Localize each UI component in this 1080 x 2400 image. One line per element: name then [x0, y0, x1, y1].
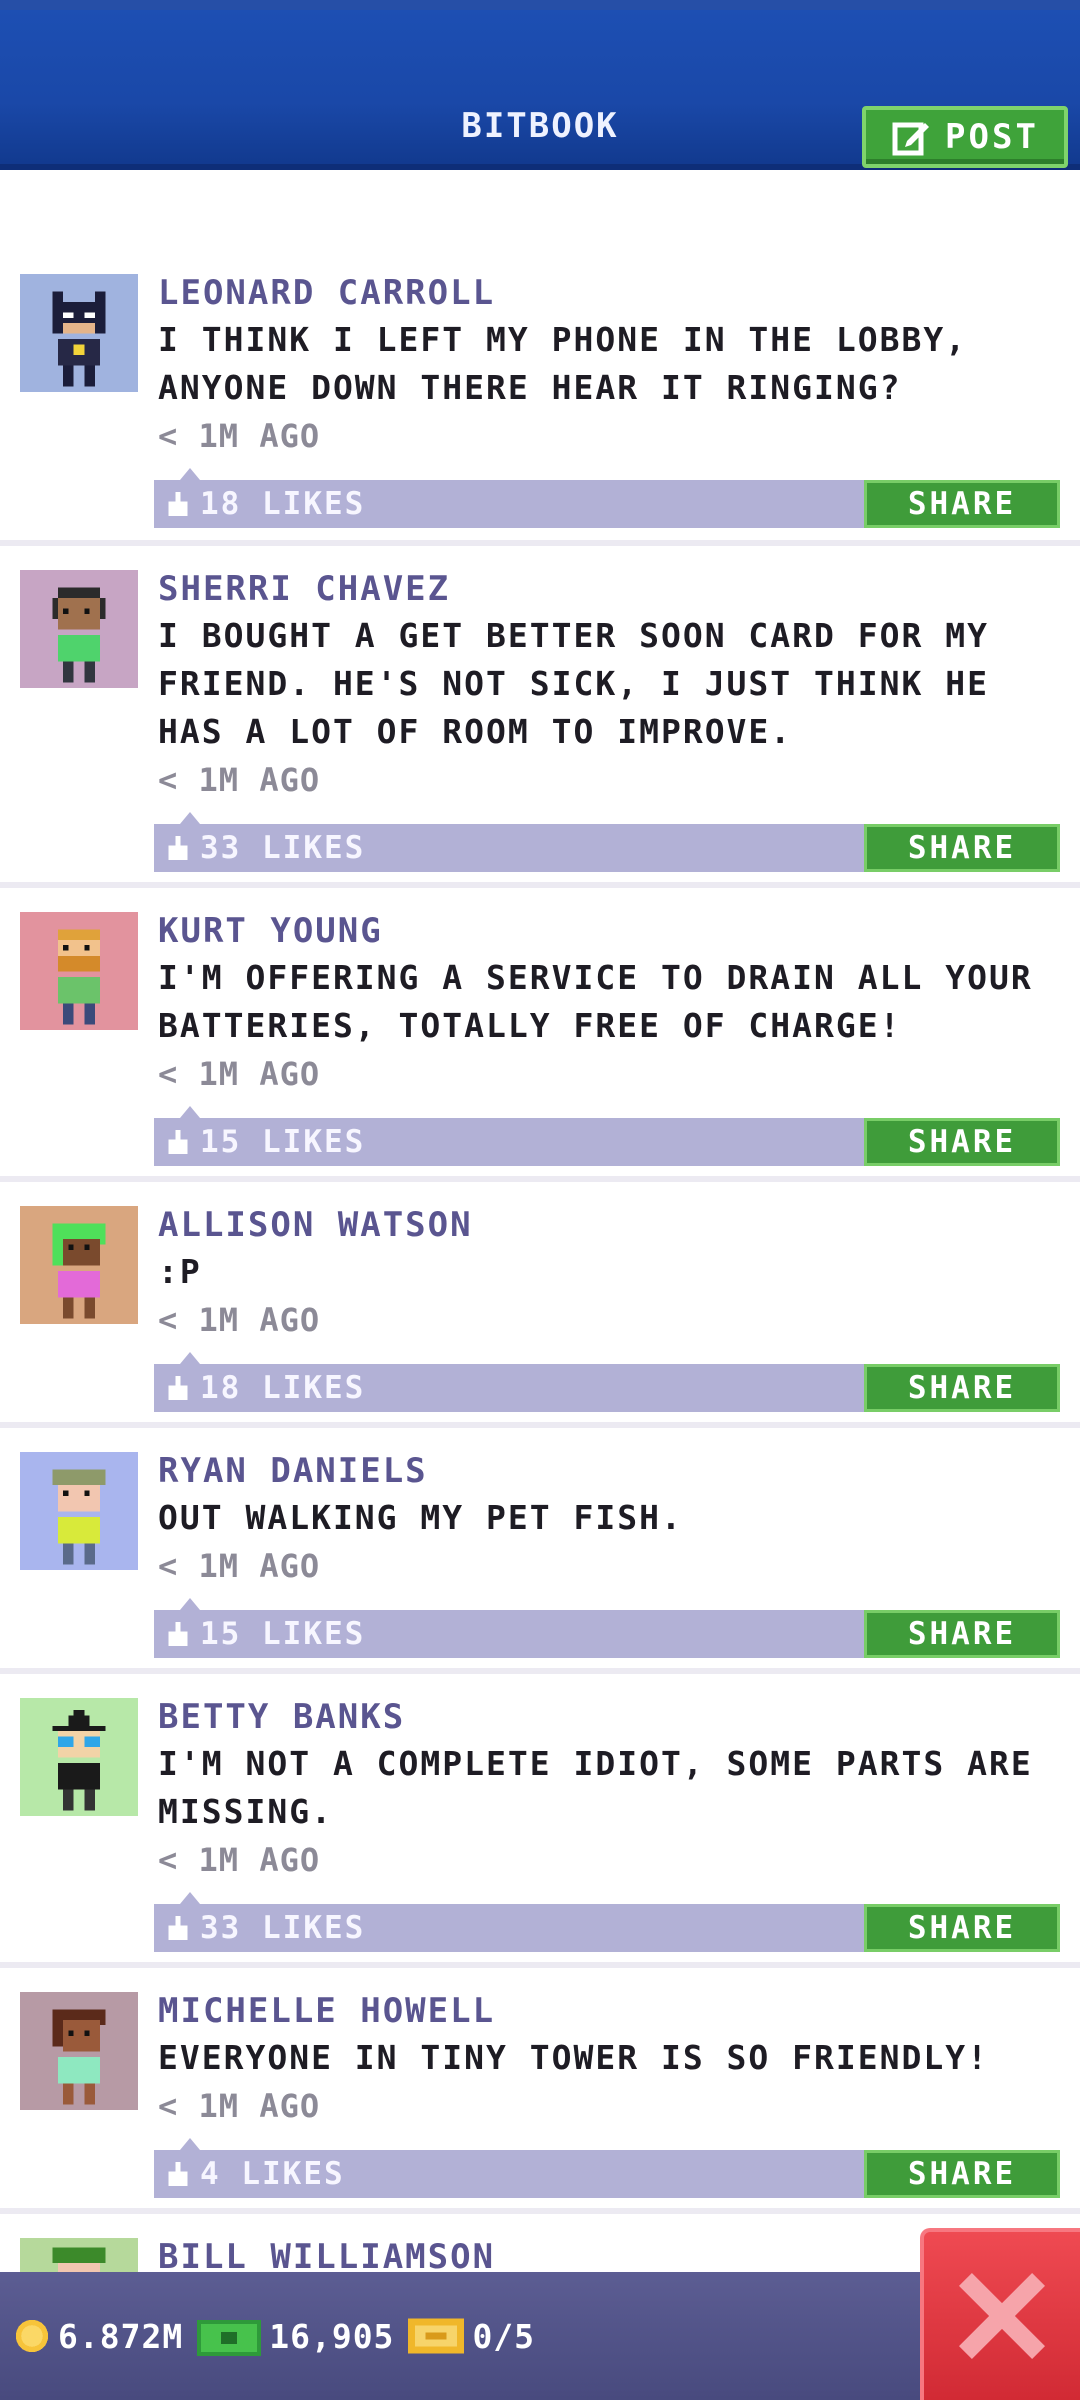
likes-bar: 15 LIKES SHARE	[154, 1598, 1060, 1658]
post-time: < 1M AGO	[158, 1841, 321, 1879]
coins-value: 6.872M	[58, 2316, 184, 2356]
compose-icon	[892, 122, 930, 156]
feed-post: SHERRI CHAVEZ I BOUGHT A GET BETTER SOON…	[0, 546, 1080, 888]
like-button[interactable]: 33 LIKES	[154, 830, 365, 866]
post-author[interactable]: KURT YOUNG	[158, 908, 1060, 954]
post-message: I'M OFFERING A SERVICE TO DRAIN ALL YOUR…	[158, 958, 1033, 1045]
cap-man-avatar-icon	[52, 1469, 106, 1565]
feed-post: RYAN DANIELS OUT WALKING MY PET FISH. < …	[0, 1428, 1080, 1674]
like-button[interactable]: 18 LIKES	[154, 486, 365, 522]
likes-count: 15 LIKES	[200, 1124, 366, 1160]
post-time: < 1M AGO	[158, 1301, 321, 1339]
share-button[interactable]: SHARE	[864, 1904, 1060, 1952]
likes-count: 33 LIKES	[200, 830, 366, 866]
likes-count: 18 LIKES	[200, 1370, 366, 1406]
close-icon	[959, 2273, 1045, 2359]
likes-bar: 15 LIKES SHARE	[154, 1106, 1060, 1166]
post-time: < 1M AGO	[158, 417, 321, 455]
avatar	[20, 570, 138, 688]
post-message: :P	[158, 1252, 202, 1291]
post-message: OUT WALKING MY PET FISH.	[158, 1498, 683, 1537]
bux-value: 16,905	[269, 2316, 395, 2356]
feed-list: LEONARD CARROLL I THINK I LEFT MY PHONE …	[0, 250, 1080, 2334]
post-message: I THINK I LEFT MY PHONE IN THE LOBBY, AN…	[158, 320, 968, 407]
close-button[interactable]	[920, 2228, 1080, 2400]
woman-avatar-icon	[52, 2009, 106, 2105]
tickets-stat: 0/5	[408, 2317, 535, 2356]
feed-post: LEONARD CARROLL I THINK I LEFT MY PHONE …	[0, 250, 1080, 546]
thumbs-up-icon	[168, 836, 188, 860]
thumbs-up-icon	[168, 492, 188, 516]
green-hair-woman-avatar-icon	[52, 1223, 106, 1319]
share-button[interactable]: SHARE	[864, 2150, 1060, 2198]
feed-post: MICHELLE HOWELL EVERYONE IN TINY TOWER I…	[0, 1968, 1080, 2214]
headset-person-avatar-icon	[52, 587, 106, 683]
share-button[interactable]: SHARE	[864, 1118, 1060, 1166]
bat-costume-avatar-icon	[52, 291, 106, 387]
likes-count: 4 LIKES	[200, 2156, 345, 2192]
post-message: I'M NOT A COMPLETE IDIOT, SOME PARTS ARE…	[158, 1744, 1033, 1831]
like-button[interactable]: 18 LIKES	[154, 1370, 365, 1406]
post-button[interactable]: POST	[862, 106, 1068, 168]
post-author[interactable]: RYAN DANIELS	[158, 1448, 1060, 1494]
currency-bar: 6.872M 16,905 0/5	[0, 2272, 1080, 2400]
avatar	[20, 1452, 138, 1570]
feed-post: KURT YOUNG I'M OFFERING A SERVICE TO DRA…	[0, 888, 1080, 1182]
share-button[interactable]: SHARE	[864, 480, 1060, 528]
avatar	[20, 1698, 138, 1816]
feed-post: BETTY BANKS I'M NOT A COMPLETE IDIOT, SO…	[0, 1674, 1080, 1968]
likes-bar: 33 LIKES SHARE	[154, 1892, 1060, 1952]
post-time: < 1M AGO	[158, 1547, 321, 1585]
likes-bar: 18 LIKES SHARE	[154, 1352, 1060, 1412]
like-button[interactable]: 33 LIKES	[154, 1910, 365, 1946]
avatar	[20, 912, 138, 1030]
post-message: I BOUGHT A GET BETTER SOON CARD FOR MY F…	[158, 616, 989, 751]
likes-bar: 4 LIKES SHARE	[154, 2138, 1060, 2198]
post-time: < 1M AGO	[158, 761, 321, 799]
share-button[interactable]: SHARE	[864, 824, 1060, 872]
tickets-value: 0/5	[472, 2316, 536, 2356]
feed-post: ALLISON WATSON :P < 1M AGO 18 LIKES SHAR…	[0, 1182, 1080, 1428]
like-button[interactable]: 15 LIKES	[154, 1124, 365, 1160]
post-author[interactable]: BETTY BANKS	[158, 1694, 1060, 1740]
bux-stat: 16,905	[197, 2316, 394, 2356]
post-author[interactable]: ALLISON WATSON	[158, 1202, 1060, 1248]
avatar	[20, 274, 138, 392]
avatar	[20, 1992, 138, 2110]
like-button[interactable]: 4 LIKES	[154, 2156, 345, 2192]
coins-stat: 6.872M	[14, 2317, 183, 2356]
likes-bar: 18 LIKES SHARE	[154, 468, 1060, 528]
share-button[interactable]: SHARE	[864, 1610, 1060, 1658]
post-author[interactable]: SHERRI CHAVEZ	[158, 566, 1060, 612]
post-button-label: POST	[945, 117, 1039, 157]
thumbs-up-icon	[168, 1622, 188, 1646]
thumbs-up-icon	[168, 1916, 188, 1940]
post-time: < 1M AGO	[158, 2087, 321, 2125]
wizard-hat-avatar-icon	[52, 1710, 106, 1811]
post-message: EVERYONE IN TINY TOWER IS SO FRIENDLY!	[158, 2038, 989, 2077]
avatar	[20, 1206, 138, 1324]
like-button[interactable]: 15 LIKES	[154, 1616, 365, 1652]
likes-count: 18 LIKES	[200, 486, 366, 522]
thumbs-up-icon	[168, 1130, 188, 1154]
post-time: < 1M AGO	[158, 1055, 321, 1093]
thumbs-up-icon	[168, 1376, 188, 1400]
share-button[interactable]: SHARE	[864, 1364, 1060, 1412]
likes-count: 15 LIKES	[200, 1616, 366, 1652]
bux-icon	[197, 2320, 262, 2356]
post-author[interactable]: MICHELLE HOWELL	[158, 1988, 1060, 2034]
bearded-man-avatar-icon	[57, 929, 101, 1025]
top-bar: BITBOOK POST	[0, 0, 1080, 170]
coin-icon	[15, 2319, 49, 2353]
ticket-icon	[408, 2318, 465, 2354]
thumbs-up-icon	[168, 2162, 188, 2186]
post-author[interactable]: LEONARD CARROLL	[158, 270, 1060, 316]
likes-count: 33 LIKES	[200, 1910, 366, 1946]
likes-bar: 33 LIKES SHARE	[154, 812, 1060, 872]
